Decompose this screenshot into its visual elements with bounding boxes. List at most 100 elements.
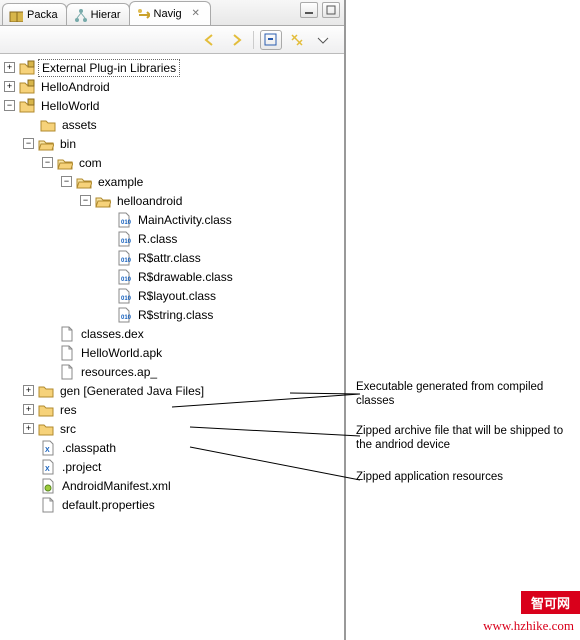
annotation-apk: Zipped archive file that will be shipped…: [356, 424, 580, 453]
tab-label: Navig: [154, 8, 182, 20]
tree-node-r-layout-class[interactable]: R$layout.class: [99, 286, 344, 305]
tree-node-resources-ap[interactable]: resources.ap_: [42, 362, 344, 381]
leaf-spacer: [23, 119, 36, 130]
file-tree[interactable]: + External Plug-in Libraries + HelloAndr…: [0, 54, 344, 518]
tab-label: Hierar: [91, 9, 121, 21]
xml-file-icon: [40, 440, 56, 456]
node-label: gen [Generated Java Files]: [57, 383, 207, 399]
node-label: example: [95, 174, 146, 190]
tree-node-com[interactable]: − com: [42, 153, 344, 172]
node-label: default.properties: [59, 497, 158, 513]
expand-icon[interactable]: +: [23, 423, 34, 434]
hierarchy-icon: [73, 8, 87, 22]
tree-node-project[interactable]: .project: [23, 457, 344, 476]
tree-node-helloandroid-pkg[interactable]: − helloandroid: [80, 191, 344, 210]
node-label: res: [57, 402, 80, 418]
collapse-icon[interactable]: −: [4, 100, 15, 111]
folder-icon: [38, 421, 54, 437]
folder-open-icon: [95, 193, 111, 209]
navigator-icon: [136, 7, 150, 21]
collapse-icon[interactable]: −: [42, 157, 53, 168]
folder-icon: [38, 402, 54, 418]
annotation-text: Executable generated from compiled class…: [356, 381, 543, 407]
tree-node-manifest[interactable]: AndroidManifest.xml: [23, 476, 344, 495]
project-icon: [19, 60, 35, 76]
tab-hierarchy[interactable]: Hierar: [66, 3, 130, 25]
tree-node-ext-plugins[interactable]: + External Plug-in Libraries: [4, 58, 344, 77]
folder-open-icon: [57, 155, 73, 171]
xml-file-icon: [40, 459, 56, 475]
view-menu-button[interactable]: [312, 30, 334, 50]
tree-node-r-attr-class[interactable]: R$attr.class: [99, 248, 344, 267]
node-label: R.class: [135, 231, 180, 247]
class-file-icon: [116, 250, 132, 266]
node-label: AndroidManifest.xml: [59, 478, 174, 494]
collapse-all-button[interactable]: [260, 30, 282, 50]
folder-icon: [38, 383, 54, 399]
node-label: MainActivity.class: [135, 212, 235, 228]
class-file-icon: [116, 269, 132, 285]
tree-node-src[interactable]: + src: [23, 419, 344, 438]
forward-button[interactable]: [225, 30, 247, 50]
tree-node-assets[interactable]: assets: [23, 115, 344, 134]
tree-node-r-string-class[interactable]: R$string.class: [99, 305, 344, 324]
collapse-icon[interactable]: −: [61, 176, 72, 187]
view-toolbar: [0, 26, 344, 54]
node-label: R$string.class: [135, 307, 216, 323]
tree-node-default-properties[interactable]: default.properties: [23, 495, 344, 514]
file-icon: [40, 497, 56, 513]
tree-node-res[interactable]: + res: [23, 400, 344, 419]
maximize-button[interactable]: [322, 2, 340, 18]
class-file-icon: [116, 307, 132, 323]
node-label: com: [76, 155, 105, 171]
node-label: .classpath: [59, 440, 119, 456]
node-label: R$layout.class: [135, 288, 219, 304]
watermark-text: 智可网: [531, 596, 570, 611]
tree-node-classes-dex[interactable]: classes.dex: [42, 324, 344, 343]
annotation-text: Zipped archive file that will be shipped…: [356, 425, 563, 451]
tree-node-example[interactable]: − example: [61, 172, 344, 191]
expand-icon[interactable]: +: [23, 385, 34, 396]
folder-open-icon: [38, 136, 54, 152]
node-label: classes.dex: [78, 326, 147, 342]
node-label: resources.ap_: [78, 364, 160, 380]
tree-node-helloworld[interactable]: − HelloWorld: [4, 96, 344, 115]
tree-node-helloandroid[interactable]: + HelloAndroid: [4, 77, 344, 96]
node-label: R$attr.class: [135, 250, 204, 266]
annotation-resources: Zipped application resources: [356, 470, 503, 484]
project-icon: [19, 79, 35, 95]
class-file-icon: [116, 231, 132, 247]
link-editor-button[interactable]: [286, 30, 308, 50]
tree-node-mainactivity-class[interactable]: MainActivity.class: [99, 210, 344, 229]
expand-icon[interactable]: +: [4, 81, 15, 92]
collapse-icon[interactable]: −: [23, 138, 34, 149]
close-icon[interactable]: ✕: [190, 8, 202, 20]
node-label: R$drawable.class: [135, 269, 236, 285]
tree-node-r-class[interactable]: R.class: [99, 229, 344, 248]
navigator-view: Packa Hierar Navig ✕ + External Plug-in …: [0, 0, 346, 640]
tree-node-helloworld-apk[interactable]: HelloWorld.apk: [42, 343, 344, 362]
back-button[interactable]: [199, 30, 221, 50]
file-icon: [59, 326, 75, 342]
expand-icon[interactable]: +: [23, 404, 34, 415]
tab-package-explorer[interactable]: Packa: [2, 3, 67, 25]
tree-node-r-drawable-class[interactable]: R$drawable.class: [99, 267, 344, 286]
node-label: assets: [59, 117, 100, 133]
file-icon: [59, 345, 75, 361]
tab-bar: Packa Hierar Navig ✕: [0, 0, 344, 26]
minimize-button[interactable]: [300, 2, 318, 18]
node-label: helloandroid: [114, 193, 185, 209]
collapse-icon[interactable]: −: [80, 195, 91, 206]
expand-icon[interactable]: +: [4, 62, 15, 73]
tree-node-gen[interactable]: + gen [Generated Java Files]: [23, 381, 344, 400]
tree-node-classpath[interactable]: .classpath: [23, 438, 344, 457]
watermark-url-text: www.hzhike.com: [483, 618, 574, 633]
node-label: HelloWorld: [38, 98, 102, 114]
folder-open-icon: [76, 174, 92, 190]
tree-node-bin[interactable]: − bin: [23, 134, 344, 153]
separator: [253, 31, 254, 49]
tab-navigator[interactable]: Navig ✕: [129, 1, 211, 25]
package-icon: [9, 8, 23, 22]
watermark-url: www.hzhike.com: [483, 618, 574, 634]
node-label: src: [57, 421, 79, 437]
